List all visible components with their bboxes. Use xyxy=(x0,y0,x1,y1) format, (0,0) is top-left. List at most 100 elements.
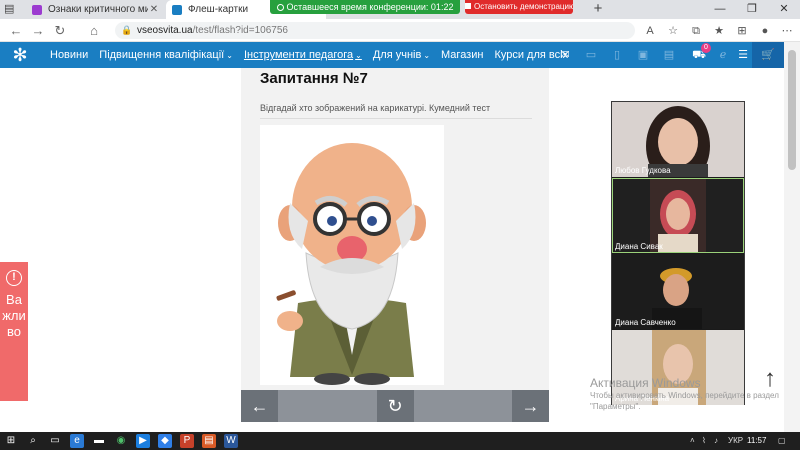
app-icon[interactable]: ▤ xyxy=(202,434,216,448)
app-icon[interactable]: ◆ xyxy=(158,434,172,448)
vseosvita-logo-icon[interactable]: ✻ xyxy=(10,45,30,65)
url-path: /test/flash?id=106756 xyxy=(192,25,288,36)
lock-icon: 🔒 xyxy=(121,25,133,35)
word-icon[interactable]: W xyxy=(224,434,238,448)
nav-teacher-tools[interactable]: Інструменти педагога ⌄ xyxy=(244,49,362,61)
participant-tile[interactable]: Диана Савченко xyxy=(612,254,744,329)
notifications-icon[interactable]: ▢ xyxy=(778,435,786,447)
nav-links: Новини Підвищення кваліфікації ⌄ Інструме… xyxy=(50,42,579,68)
file-explorer-icon[interactable]: ▬ xyxy=(92,434,106,448)
video-participants-panel: Любов Гудкова Диана Сивак Диана Савченко… xyxy=(611,101,745,405)
site-navigation: ✻ Новини Підвищення кваліфікації ⌄ Інстру… xyxy=(0,42,784,68)
chevron-down-icon: ⌄ xyxy=(423,51,431,60)
collections-icon[interactable]: ⧉ xyxy=(688,23,704,39)
participant-tile[interactable]: Любов Гудкова xyxy=(612,102,744,177)
nav-shop[interactable]: Магазин xyxy=(441,49,483,61)
favorite-star-icon[interactable]: ☆ xyxy=(665,23,681,39)
question-title: Запитання №7 xyxy=(260,70,368,87)
minimize-button[interactable]: — xyxy=(704,0,736,19)
zoom-icon[interactable]: ▶ xyxy=(136,434,150,448)
controls-spacer xyxy=(413,390,512,422)
favorites-icon[interactable]: ★ xyxy=(711,23,727,39)
stop-demo-label: Остановить демонстрацию xyxy=(474,2,573,11)
browser-tab-1[interactable]: Ознаки критичного мислення ✕ xyxy=(26,0,166,19)
close-window-button[interactable]: ✕ xyxy=(768,0,800,19)
task-view-icon[interactable]: ▭ xyxy=(48,434,62,448)
cart-section[interactable]: 🛒 xyxy=(752,42,784,68)
participant-name: Диана Сивак xyxy=(615,242,663,251)
participant-tile[interactable]: Диана Сивак xyxy=(612,178,744,253)
message-icon[interactable]: ✉ xyxy=(556,46,574,64)
tray-chevron-icon[interactable]: ˄ xyxy=(690,435,695,447)
chevron-down-icon: ⌄ xyxy=(355,51,362,60)
flip-card-button[interactable]: ↻ xyxy=(376,390,414,422)
browser-toolbar: ← → ↻ ⌂ 🔒 vseosvita.ua/test/flash?id=106… xyxy=(0,19,800,42)
question-text: Відгадай хто зображений на карикатурі. К… xyxy=(260,103,491,113)
page-scrollbar[interactable] xyxy=(784,42,800,432)
flashcard: Запитання №7 Відгадай хто зображений на … xyxy=(241,68,549,422)
chevron-down-icon: ⌄ xyxy=(226,51,233,60)
tab-favicon-icon xyxy=(32,4,42,15)
menu-icon[interactable]: ☰ xyxy=(734,46,752,64)
forward-button[interactable]: → xyxy=(30,23,46,39)
volume-icon[interactable]: ♪ xyxy=(714,435,718,447)
language-indicator[interactable]: УКР xyxy=(728,435,743,447)
cart-icon: 🛒 xyxy=(761,49,775,61)
powerpoint-icon[interactable]: P xyxy=(180,434,194,448)
activation-subtitle: Чтобы активировать Windows, перейдите в … xyxy=(590,391,779,411)
tab-title: Ознаки критичного мислення xyxy=(48,4,148,15)
important-side-tab[interactable]: ! Важливо xyxy=(0,262,28,401)
nav-label: Магазин xyxy=(441,49,484,61)
participant-name: Любов Гудкова xyxy=(615,166,671,175)
nav-qualification[interactable]: Підвищення кваліфікації ⌄ xyxy=(99,49,233,61)
flashcard-controls: ← ↻ → xyxy=(241,390,549,422)
archive-icon[interactable]: ▣ xyxy=(634,46,652,64)
cart-badge-count: 0 xyxy=(701,43,711,53)
read-aloud-icon[interactable]: A xyxy=(642,23,658,39)
tab-favicon-icon xyxy=(172,4,182,15)
windows-taskbar: ⊞ ⌕ ▭ e ▬ ◉ ▶ ◆ P ▤ W ˄ ⌇ ♪ УКР 11:57 ▢ xyxy=(0,432,800,450)
more-menu-icon[interactable]: ⋯ xyxy=(779,23,795,39)
conference-timer-text: Оставшееся время конференции: 01:22 xyxy=(286,2,454,12)
prev-card-button[interactable]: ← xyxy=(241,390,278,422)
new-tab-button[interactable]: + xyxy=(590,0,606,19)
profile-icon[interactable]: ● xyxy=(757,23,773,39)
caricature-illustration xyxy=(276,143,426,385)
maximize-button[interactable]: ❐ xyxy=(736,0,768,19)
cart-badge-icon[interactable]: ⛟ 0 xyxy=(690,43,711,64)
reload-button[interactable]: ↻ xyxy=(52,23,68,39)
search-icon[interactable]: ⌕ xyxy=(26,434,40,448)
extensions-icon[interactable]: ⊞ xyxy=(734,23,750,39)
network-icon[interactable]: ⌇ xyxy=(702,435,706,447)
scrollbar-thumb[interactable] xyxy=(788,50,796,170)
windows-start-icon[interactable]: ⊞ xyxy=(4,434,18,448)
nav-label: Інструменти педагога xyxy=(243,49,354,61)
chart-icon[interactable]: ▤ xyxy=(660,46,678,64)
notification-icon[interactable]: ℯ xyxy=(714,46,732,64)
nav-label: Для учнів xyxy=(372,49,422,61)
address-bar[interactable]: 🔒 vseosvita.ua/test/flash?id=106756 xyxy=(115,22,635,39)
tab-close-icon[interactable]: ✕ xyxy=(148,4,160,15)
conference-timer: Оставшееся время конференции: 01:22 xyxy=(270,0,460,14)
edge-icon[interactable]: e xyxy=(70,434,84,448)
nav-for-students[interactable]: Для учнів ⌄ xyxy=(373,49,430,61)
window-menu-icon[interactable]: ▤ xyxy=(4,3,18,15)
library-icon[interactable]: ▭ xyxy=(582,46,600,64)
caricature-image xyxy=(260,125,444,385)
chrome-icon[interactable]: ◉ xyxy=(114,434,128,448)
important-label: Важливо xyxy=(2,292,26,339)
controls-spacer xyxy=(278,390,377,422)
stop-demo-button[interactable]: Остановить демонстрацию xyxy=(465,0,573,14)
url-host: vseosvita.ua xyxy=(137,25,193,36)
question-divider xyxy=(260,118,532,119)
stop-icon xyxy=(465,3,471,9)
alert-icon: ! xyxy=(6,270,22,286)
conference-icon xyxy=(276,4,284,11)
next-card-button[interactable]: → xyxy=(512,390,549,422)
home-button[interactable]: ⌂ xyxy=(86,23,102,39)
nav-label: Новини xyxy=(50,49,89,61)
back-button[interactable]: ← xyxy=(8,23,24,39)
taskbar-clock[interactable]: 11:57 xyxy=(747,435,766,447)
document-icon[interactable]: ▯ xyxy=(608,46,626,64)
nav-news[interactable]: Новини xyxy=(50,49,88,61)
